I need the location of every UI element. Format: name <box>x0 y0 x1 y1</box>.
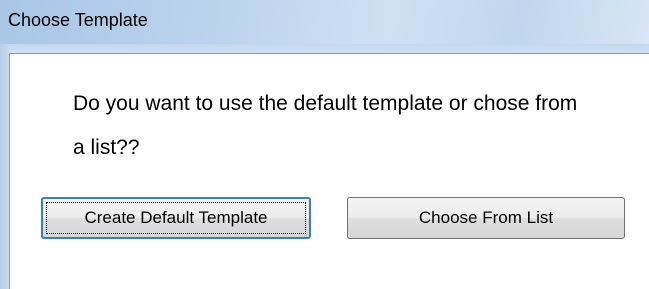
window-title: Choose Template <box>8 10 148 30</box>
create-default-template-label: Create Default Template <box>84 208 268 227</box>
window-frame-top <box>9 44 649 53</box>
choose-template-dialog: Choose Template Do you want to use the d… <box>0 0 649 289</box>
title-bar[interactable]: Choose Template <box>0 0 649 44</box>
dialog-message: Do you want to use the default template … <box>73 92 578 159</box>
window-frame-left <box>0 44 9 289</box>
choose-from-list-button[interactable]: Choose From List <box>347 197 625 239</box>
create-default-template-button[interactable]: Create Default Template <box>41 197 311 239</box>
choose-from-list-label: Choose From List <box>418 208 554 227</box>
